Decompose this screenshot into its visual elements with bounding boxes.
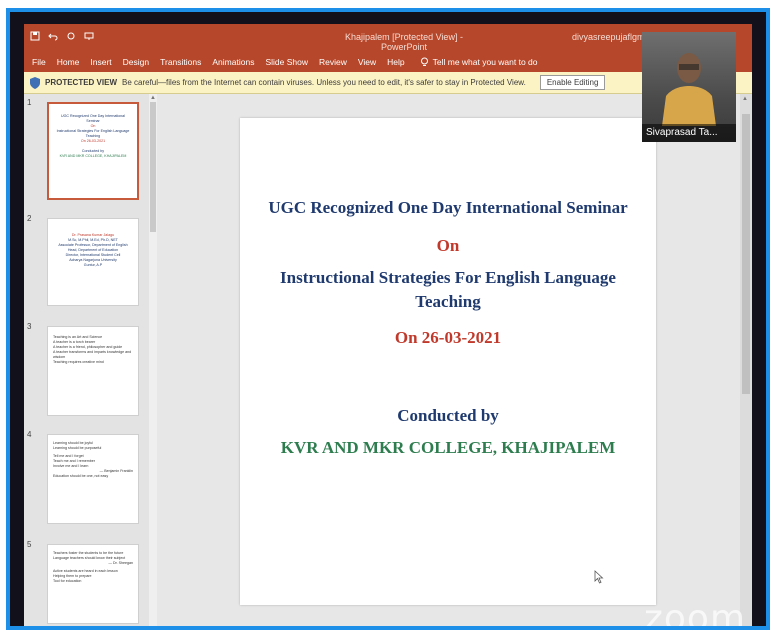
shield-icon xyxy=(30,76,40,89)
tab-transitions[interactable]: Transitions xyxy=(160,57,201,67)
tell-me-label: Tell me what you want to do xyxy=(432,57,538,67)
thumb-text: Learning should be purposeful xyxy=(53,446,102,450)
thumb-text: Teaching requires creative mind xyxy=(53,360,104,364)
slide-thumbnail-pane: 1 UGC Recognized One Day International S… xyxy=(24,94,149,626)
thumb-text: Tool for education xyxy=(53,579,82,583)
lightbulb-icon xyxy=(420,57,428,66)
tab-slide-show[interactable]: Slide Show xyxy=(265,57,308,67)
slide-topic-line: Instructional Strategies For English Lan… xyxy=(280,268,616,287)
protected-view-label: PROTECTED VIEW xyxy=(45,78,118,87)
thumb-text: On 26-03-2021 xyxy=(80,139,106,143)
slide-thumbnail-4[interactable]: Learning should be joyful Learning shoul… xyxy=(47,434,139,524)
thumb-text: Guntur, A.P xyxy=(83,263,103,267)
tab-animations[interactable]: Animations xyxy=(212,57,254,67)
quick-access-toolbar xyxy=(30,31,94,41)
slide-college-line: KVR AND MKR COLLEGE, KHAJIPALEM xyxy=(280,438,616,457)
zoom-screen-share-frame: Khajipalem [Protected View] - PowerPoint… xyxy=(6,8,770,630)
thumb-text: Education should be one, not easy xyxy=(53,474,109,478)
tab-insert[interactable]: Insert xyxy=(90,57,111,67)
participant-video-icon xyxy=(662,53,716,126)
slide-scrollbar[interactable]: ▲ xyxy=(740,94,752,626)
tell-me-search[interactable]: Tell me what you want to do xyxy=(420,57,538,67)
tab-view[interactable]: View xyxy=(358,57,376,67)
mouse-cursor-icon xyxy=(594,570,604,584)
tab-file[interactable]: File xyxy=(32,57,46,67)
tab-home[interactable]: Home xyxy=(57,57,80,67)
thumbnail-number: 4 xyxy=(27,430,32,439)
save-icon[interactable] xyxy=(30,31,40,41)
participant-video-tile[interactable]: Sivaprasad Ta... xyxy=(642,32,736,142)
slide-title-line: UGC Recognized One Day International Sem… xyxy=(268,198,628,217)
scroll-up-icon[interactable]: ▲ xyxy=(150,95,156,101)
participant-name: Sivaprasad Ta... xyxy=(642,124,736,142)
undo-icon[interactable] xyxy=(48,31,58,41)
enable-editing-button[interactable]: Enable Editing xyxy=(539,75,606,90)
thumb-text: UGC Recognized One Day International Sem… xyxy=(61,114,125,123)
slide-date-line: On 26-03-2021 xyxy=(394,328,502,347)
window-title: Khajipalem [Protected View] - PowerPoint xyxy=(345,32,463,52)
account-name[interactable]: divyasreepujaflgm xyxy=(572,32,645,42)
slide-conducted-line: Conducted by xyxy=(397,406,499,425)
thumbnail-number: 3 xyxy=(27,322,32,331)
thumbnail-scrollbar[interactable]: ▲ xyxy=(149,94,157,626)
slide-topic-line-2: Teaching xyxy=(415,292,481,311)
scrollbar-thumb[interactable] xyxy=(742,114,750,394)
slide-thumbnail-1[interactable]: UGC Recognized One Day International Sem… xyxy=(47,102,139,200)
thumb-text: KVR AND MKR COLLEGE, KHAJIPALEM xyxy=(59,154,127,158)
scroll-up-icon[interactable]: ▲ xyxy=(742,96,748,102)
scrollbar-thumb[interactable] xyxy=(150,102,156,232)
thumbnail-number: 1 xyxy=(27,98,32,107)
current-slide: UGC Recognized One Day International Sem… xyxy=(240,118,656,605)
slide-on-line: On xyxy=(436,236,460,255)
slide-thumbnail-2[interactable]: Dr. Prasana Kumar Jalagu M.Sc, M.Phil, M… xyxy=(47,218,139,306)
slide-thumbnail-5[interactable]: Teachers foster the students to be the f… xyxy=(47,544,139,624)
present-icon[interactable] xyxy=(84,31,94,41)
protected-view-message: Be careful—files from the Internet can c… xyxy=(122,78,526,87)
thumbnail-number: 2 xyxy=(27,214,32,223)
slide-thumbnail-3[interactable]: Teaching is an Art and Science A teacher… xyxy=(47,326,139,416)
thumbnail-number: 5 xyxy=(27,540,32,549)
tab-design[interactable]: Design xyxy=(123,57,149,67)
zoom-watermark: zoom xyxy=(644,598,747,630)
redo-icon[interactable] xyxy=(66,31,76,41)
tab-review[interactable]: Review xyxy=(319,57,347,67)
thumb-text: A teacher transforms and imparts knowled… xyxy=(53,350,132,359)
thumb-text: — Dr. Sheegan xyxy=(108,561,133,565)
tab-help[interactable]: Help xyxy=(387,57,404,67)
